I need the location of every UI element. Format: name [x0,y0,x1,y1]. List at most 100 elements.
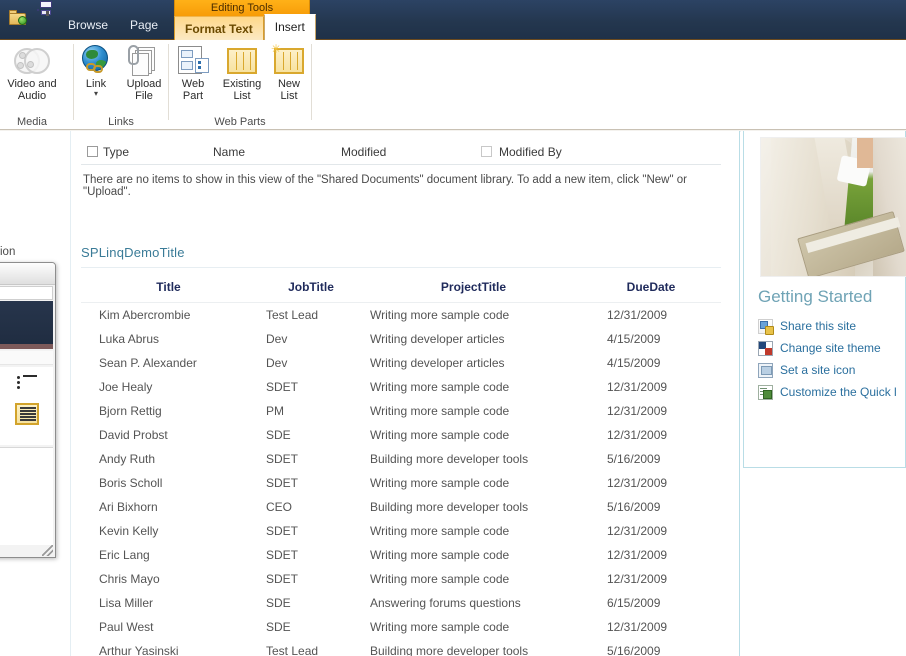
column-header-duedate[interactable]: DueDate [581,274,721,303]
doclib-header-row: Type Name Modified Modified By [81,139,721,165]
cell-title: Kevin Kelly [99,524,159,538]
column-header-jobtitle[interactable]: JobTitle [256,274,366,303]
upload-file-label-line2: File [135,90,153,102]
cell-project: Building more developer tools [370,452,529,466]
modified-by-checkbox[interactable] [481,146,492,157]
column-header-projecttitle[interactable]: ProjectTitle [366,274,581,303]
cell-due: 5/16/2009 [607,500,661,514]
ribbon-divider-3 [311,44,312,120]
video-and-audio-label-line1: Video and [7,78,57,90]
menu-item-browse[interactable]: Browse [68,18,108,32]
column-header-name[interactable]: Name [213,145,341,159]
paragraph-align-icon[interactable] [15,403,39,425]
cell-due: 12/31/2009 [607,548,668,562]
column-header-modified[interactable]: Modified [341,145,481,159]
table-row: Lisa Miller SDE Answering forums questions… [81,591,721,615]
upload-file-icon [122,44,166,78]
floating-window-header-banner [0,301,53,349]
link-globe-icon [76,44,116,78]
table-row: Andy Ruth SDET Building more developer too… [81,447,721,471]
table-row: Ari Bixhorn CEO Building more developer to… [81,495,721,519]
table-row: Sean P. Alexander Dev Writing developer ar… [81,351,721,375]
ribbon-group-label-links: Links [108,116,134,128]
new-list-button[interactable]: ✳ New List [270,43,308,102]
webpart-title-splinqdemo[interactable]: SPLinqDemoTitle [81,245,185,260]
floating-window-address-bar[interactable] [0,286,53,300]
cell-title: Chris Mayo [99,572,160,586]
web-part-button[interactable]: Web Part [172,44,214,102]
ribbon-group-label-media: Media [17,116,47,128]
link-button[interactable]: Link ▾ [76,44,116,98]
resize-grip-icon[interactable] [42,545,53,556]
link-change-site-theme-label[interactable]: Change site theme [780,341,881,355]
sharepoint-page: Browse Page Editing Tools Format Text In… [0,0,906,656]
splinq-demo-table: Title JobTitle ProjectTitle DueDate Kim … [81,274,721,656]
bulleted-list-icon[interactable] [17,375,39,393]
link-customize-quick-launch[interactable]: Customize the Quick l [758,381,906,403]
cell-due: 5/16/2009 [607,644,661,656]
column-header-type[interactable]: Type [103,145,213,159]
select-all-checkbox[interactable] [86,146,98,157]
web-part-icon [172,44,214,78]
cell-job: Test Lead [266,308,319,322]
cell-job: SDE [266,596,291,610]
table-header-row: Title JobTitle ProjectTitle DueDate [81,274,721,303]
cell-project: Writing more sample code [370,404,510,418]
cell-due: 12/31/2009 [607,620,668,634]
ribbon-tabs: Format Text Insert [174,14,316,40]
cell-job: SDET [266,380,299,394]
upload-file-button[interactable]: Upload File [122,44,166,102]
cell-project: Writing more sample code [370,620,510,634]
quick-launch-icon [758,384,773,400]
existing-list-icon [218,44,266,78]
cell-due: 6/15/2009 [607,596,661,610]
link-set-a-site-icon-label[interactable]: Set a site icon [780,363,855,377]
cell-job: SDET [266,524,299,538]
tab-format-text[interactable]: Format Text [174,16,264,40]
link-set-a-site-icon[interactable]: Set a site icon [758,359,906,381]
getting-started-heading: Getting Started [758,287,873,306]
link-change-site-theme[interactable]: Change site theme [758,337,906,359]
video-and-audio-button[interactable]: Video and Audio [0,44,65,102]
floating-browser-window[interactable]: sit d new the cal omize i [0,262,56,558]
cell-title: David Probst [99,428,168,442]
cell-due: 4/15/2009 [607,356,661,370]
cell-job: SDET [266,476,299,490]
cell-title: Ari Bixhorn [99,500,158,514]
table-row: Kevin Kelly SDET Writing more sample code 1… [81,519,721,543]
cell-due: 12/31/2009 [607,428,668,442]
tab-insert[interactable]: Insert [263,14,316,40]
cell-title: Bjorn Rettig [99,404,162,418]
existing-list-button[interactable]: Existing List [218,44,266,102]
web-part-label-line2: Part [182,90,204,102]
ribbon-group-links: Link ▾ Upload File Links [74,40,168,130]
cell-job: SDET [266,452,299,466]
table-row: Boris Scholl SDET Writing more sample code… [81,471,721,495]
link-share-this-site[interactable]: Share this site [758,315,906,337]
save-icon[interactable] [37,1,57,27]
upload-file-label-line1: Upload [126,78,162,90]
menu-item-page[interactable]: Page [130,18,158,32]
navigate-up-icon[interactable] [8,9,28,27]
cell-due: 12/31/2009 [607,524,668,538]
cell-project: Writing more sample code [370,548,510,562]
cell-job: PM [266,404,284,418]
site-image-icon [758,362,773,378]
shared-documents-webpart: Type Name Modified Modified By There are… [81,139,721,198]
quick-launch-fragment: ion [0,246,16,258]
column-header-modified-by[interactable]: Modified By [499,145,562,159]
column-header-title[interactable]: Title [81,274,256,303]
floating-window-titlebar[interactable] [0,263,55,285]
cell-title: Sean P. Alexander [99,356,197,370]
existing-list-label-line1: Existing [222,78,262,90]
table-row: Bjorn Rettig PM Writing more sample code 12… [81,399,721,423]
cell-due: 5/16/2009 [607,452,661,466]
link-customize-quick-launch-label[interactable]: Customize the Quick l [780,385,897,399]
link-chevron-down-icon[interactable]: ▾ [76,90,116,98]
cell-job: Test Lead [266,644,319,656]
cell-project: Writing more sample code [370,380,510,394]
site-banner-image [760,137,906,277]
cell-title: Kim Abercrombie [99,308,191,322]
cell-title: Andy Ruth [99,452,156,466]
link-share-this-site-label[interactable]: Share this site [780,319,856,333]
